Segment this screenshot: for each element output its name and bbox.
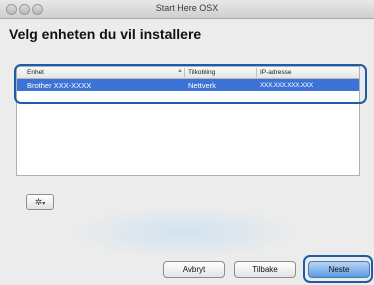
action-menu-button[interactable]: ✲▾ <box>26 194 54 210</box>
installer-window: Start Here OSX Velg enheten du vil insta… <box>0 0 374 285</box>
row-highlight-outline <box>14 64 367 104</box>
decorative-swirl <box>70 205 300 260</box>
title-bar: Start Here OSX <box>0 0 374 19</box>
window-title: Start Here OSX <box>155 3 219 13</box>
cancel-button[interactable]: Avbryt <box>163 261 225 278</box>
next-button-highlight-outline <box>303 255 373 283</box>
page-heading: Velg enheten du vil installere <box>9 26 202 42</box>
chevron-down-icon: ▾ <box>42 201 46 207</box>
back-button[interactable]: Tilbake <box>234 261 296 278</box>
